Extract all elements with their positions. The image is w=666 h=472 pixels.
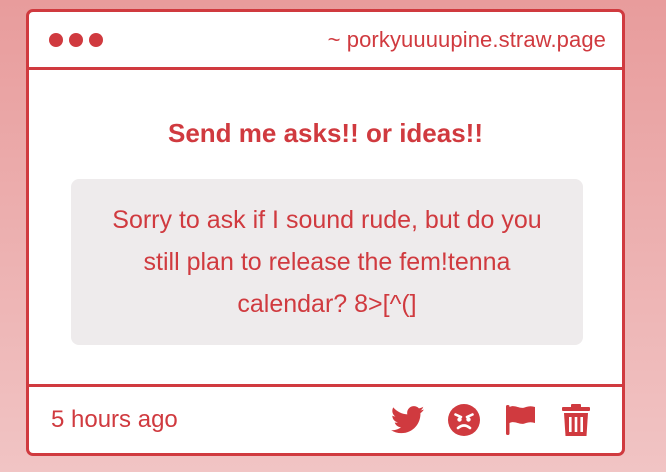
twitter-icon[interactable]	[390, 402, 426, 438]
site-url[interactable]: ~ porkyuuuupine.straw.page	[328, 27, 606, 53]
action-bar	[390, 402, 594, 438]
ask-footer: 5 hours ago	[29, 384, 622, 453]
ask-content: Send me asks!! or ideas!! Sorry to ask i…	[29, 73, 622, 384]
window-dots	[49, 32, 103, 47]
prompt-title: Send me asks!! or ideas!!	[168, 118, 483, 148]
message-box: Sorry to ask if I sound rude, but do you…	[71, 179, 583, 345]
window-titlebar: ~ porkyuuuupine.straw.page	[29, 12, 622, 70]
timestamp: 5 hours ago	[51, 406, 178, 433]
window-dot-icon	[49, 32, 63, 47]
window-dot-icon	[89, 32, 103, 47]
window-dot-icon	[69, 32, 83, 47]
message-text: Sorry to ask if I sound rude, but do you…	[112, 206, 542, 318]
angry-face-icon[interactable]	[446, 402, 482, 438]
ask-card: ~ porkyuuuupine.straw.page Send me asks!…	[26, 9, 625, 456]
trash-icon[interactable]	[558, 402, 594, 438]
flag-icon[interactable]	[502, 402, 538, 438]
